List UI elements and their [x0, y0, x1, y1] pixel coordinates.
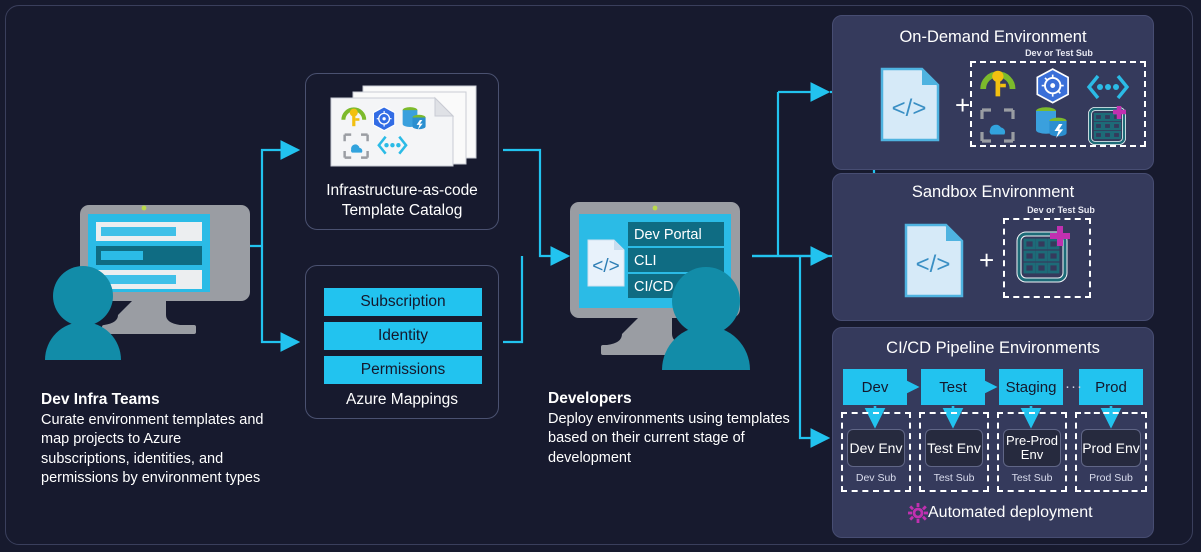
sandbox-plus: +	[979, 245, 995, 275]
svg-text:</>: </>	[592, 256, 619, 277]
pipeline-sub-dev: Dev Sub	[855, 472, 897, 484]
azure-mappings-label: Azure Mappings	[345, 391, 458, 408]
mapping-permissions[interactable]: Permissions	[324, 356, 482, 384]
code-file-icon: </>	[904, 223, 964, 298]
svg-text:CI/CD: CI/CD	[634, 279, 673, 295]
on-demand-title: On-Demand Environment	[899, 28, 1087, 46]
on-demand-plus: +	[955, 90, 971, 120]
pipeline-sub-staging: Test Sub	[1011, 472, 1053, 484]
pipeline-sub-prod: Prod Sub	[1089, 472, 1133, 484]
sandbox-sub-label: Dev or Test Sub	[1027, 205, 1095, 215]
panel-sandbox[interactable]: Sandbox Environment </> + Dev or Test Su…	[832, 173, 1154, 321]
on-demand-sub-label: Dev or Test Sub	[1025, 48, 1093, 58]
mapping-identity[interactable]: Identity	[324, 322, 482, 350]
template-catalog-label-2: Template Catalog	[341, 202, 463, 219]
on-demand-icons	[980, 68, 1130, 145]
user-at-monitor-icon	[45, 205, 250, 360]
template-catalog-card[interactable]: Infrastructure-as-code Template Catalog	[305, 73, 499, 230]
sandbox-title: Sandbox Environment	[911, 183, 1075, 201]
mapping-subscription[interactable]: Subscription	[324, 288, 482, 316]
pipeline-env-preprod[interactable]: Pre-Prod Env	[1003, 429, 1061, 467]
code-file-icon: </>	[880, 67, 940, 142]
template-catalog-label-1: Infrastructure-as-code	[326, 182, 478, 199]
pipeline-env-prod[interactable]: Prod Env	[1081, 429, 1141, 467]
pipeline-env-test[interactable]: Test Env	[925, 429, 983, 467]
dev-infra-heading: Dev Infra Teams	[41, 391, 160, 408]
svg-text:</>: </>	[892, 95, 927, 122]
panel-cicd[interactable]: CI/CD Pipeline Environments Dev Test Sta…	[832, 327, 1154, 538]
pipeline-sub-test: Test Sub	[933, 472, 975, 484]
resource-grid-plus-icon	[1016, 226, 1070, 283]
dev-infra-body: Curate environment templates and map pro…	[41, 412, 264, 486]
svg-text:Dev Portal: Dev Portal	[634, 227, 702, 243]
gear-icon	[908, 503, 928, 523]
developers-heading: Developers	[548, 390, 632, 407]
developers-body: Deploy environments using templates base…	[548, 411, 790, 466]
svg-text:CLI: CLI	[634, 253, 657, 269]
developer-at-monitor-icon: </> Dev Portal CLI CI/CD	[570, 202, 750, 370]
cicd-footer-label: Automated deployment	[928, 504, 1093, 521]
azure-mappings-card[interactable]: Subscription Identity Permissions Azure …	[305, 265, 499, 419]
diagram-canvas: Dev Infra Teams Curate environment templ…	[0, 0, 1201, 552]
panel-on-demand[interactable]: On-Demand Environment </> + Dev or Test …	[832, 15, 1154, 170]
svg-text:</>: </>	[916, 251, 951, 278]
pipeline-env-dev[interactable]: Dev Env	[847, 429, 905, 467]
template-stack-icon	[330, 85, 477, 167]
